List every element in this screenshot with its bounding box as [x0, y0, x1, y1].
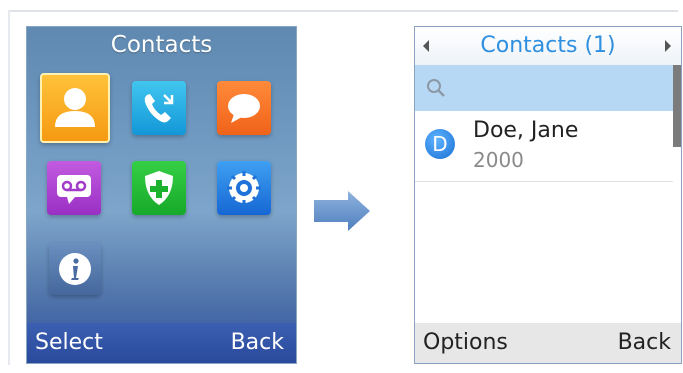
options-softkey[interactable]: Options: [423, 323, 508, 363]
contacts-app-icon[interactable]: [40, 73, 110, 143]
calls-app-icon[interactable]: [132, 81, 186, 135]
select-softkey[interactable]: Select: [35, 323, 103, 363]
search-icon: [427, 79, 445, 97]
info-icon: [59, 253, 91, 285]
messages-app-icon[interactable]: [217, 81, 271, 135]
avatar: D: [425, 129, 455, 159]
voicemail-icon: [57, 175, 91, 204]
calls-icon: [144, 94, 174, 123]
shield-plus-icon: [145, 171, 173, 205]
chevron-right-icon[interactable]: [663, 39, 673, 53]
back-softkey[interactable]: Back: [231, 323, 284, 363]
contacts-header: Contacts (1): [415, 27, 681, 65]
messages-icon: [228, 94, 260, 123]
list-item[interactable]: D Doe, Jane 2000: [415, 111, 673, 182]
gear-icon: [227, 171, 261, 205]
contact-name: Doe, Jane: [473, 118, 579, 143]
contacts-title: Contacts (1): [480, 33, 616, 58]
frame-top-border: [8, 10, 678, 12]
back-softkey[interactable]: Back: [618, 323, 671, 363]
search-input[interactable]: [415, 65, 673, 111]
scrollbar[interactable]: [673, 65, 681, 147]
softkey-bar: Options Back: [415, 323, 681, 363]
settings-app-icon[interactable]: [217, 161, 271, 215]
voicemail-app-icon[interactable]: [47, 161, 101, 215]
contacts-icon: [55, 88, 95, 127]
softkey-bar: Select Back: [27, 323, 296, 363]
contact-number: 2000: [473, 148, 524, 172]
info-app-icon[interactable]: [49, 243, 101, 295]
main-menu-screen: Contacts Select Back: [27, 27, 296, 363]
security-app-icon[interactable]: [132, 161, 186, 215]
screen-title: Contacts: [110, 32, 213, 58]
frame-left-border: [8, 10, 10, 365]
contacts-list-screen: Contacts (1) D Doe, Jane 2000 Options Ba…: [415, 27, 681, 363]
transition-arrow-icon: [314, 191, 370, 231]
